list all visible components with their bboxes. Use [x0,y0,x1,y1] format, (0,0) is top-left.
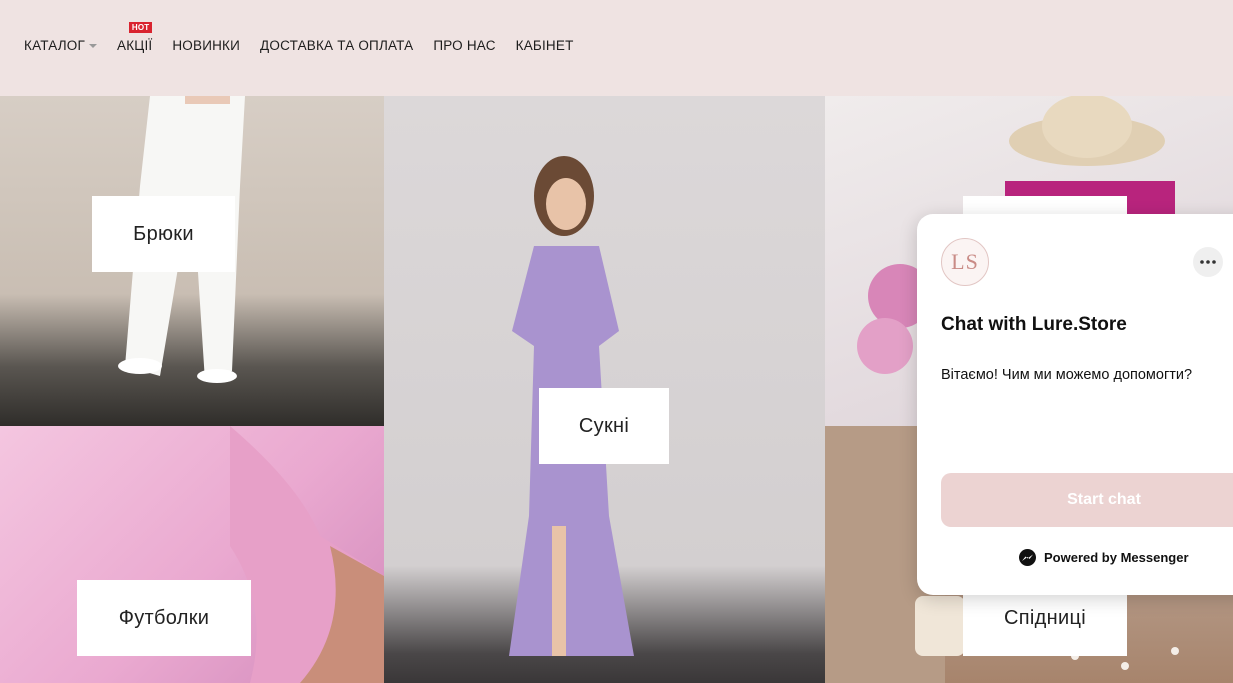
avatar-initials: LS [951,249,979,274]
site-header: КАТАЛОГ АКЦІЇ HOT НОВИНКИ ДОСТАВКА ТА ОП… [0,0,1233,96]
chat-greeting: Вітаємо! Чим ми можемо допомогти? [941,367,1193,383]
chevron-down-icon [88,44,97,49]
nav-new[interactable]: НОВИНКИ [172,38,240,53]
more-options-icon [1200,260,1216,264]
nav-about[interactable]: ПРО НАС [433,38,495,53]
hot-badge: HOT [128,22,153,33]
avatar: LS [941,238,989,286]
start-chat-button[interactable]: Start chat [941,473,1233,527]
nav-delivery[interactable]: ДОСТАВКА ТА ОПЛАТА [260,38,413,53]
nav-cabinet[interactable]: КАБІНЕТ [516,38,574,53]
nav-catalog-label: КАТАЛОГ [24,38,85,53]
chat-title: Chat with Lure.Store [941,314,1127,335]
category-label-tshirts[interactable]: Футболки [77,580,251,656]
more-options-button[interactable] [1193,247,1223,277]
nav-catalog[interactable]: КАТАЛОГ [24,38,97,53]
category-label-hats[interactable] [963,196,1127,216]
messenger-icon [1019,549,1036,566]
powered-by-label: Powered by Messenger [1044,550,1189,565]
category-label-trousers[interactable]: Брюки [92,196,235,272]
main-nav: КАТАЛОГ АКЦІЇ HOT НОВИНКИ ДОСТАВКА ТА ОП… [24,22,574,53]
nav-sales[interactable]: АКЦІЇ HOT [116,22,153,53]
category-label-dresses[interactable]: Сукні [539,388,669,464]
nav-sales-label: АКЦІЇ [116,38,153,53]
powered-by[interactable]: Powered by Messenger [1019,549,1189,566]
messenger-chat-widget: LS Chat with Lure.Store Вітаємо! Чим ми … [917,214,1233,595]
